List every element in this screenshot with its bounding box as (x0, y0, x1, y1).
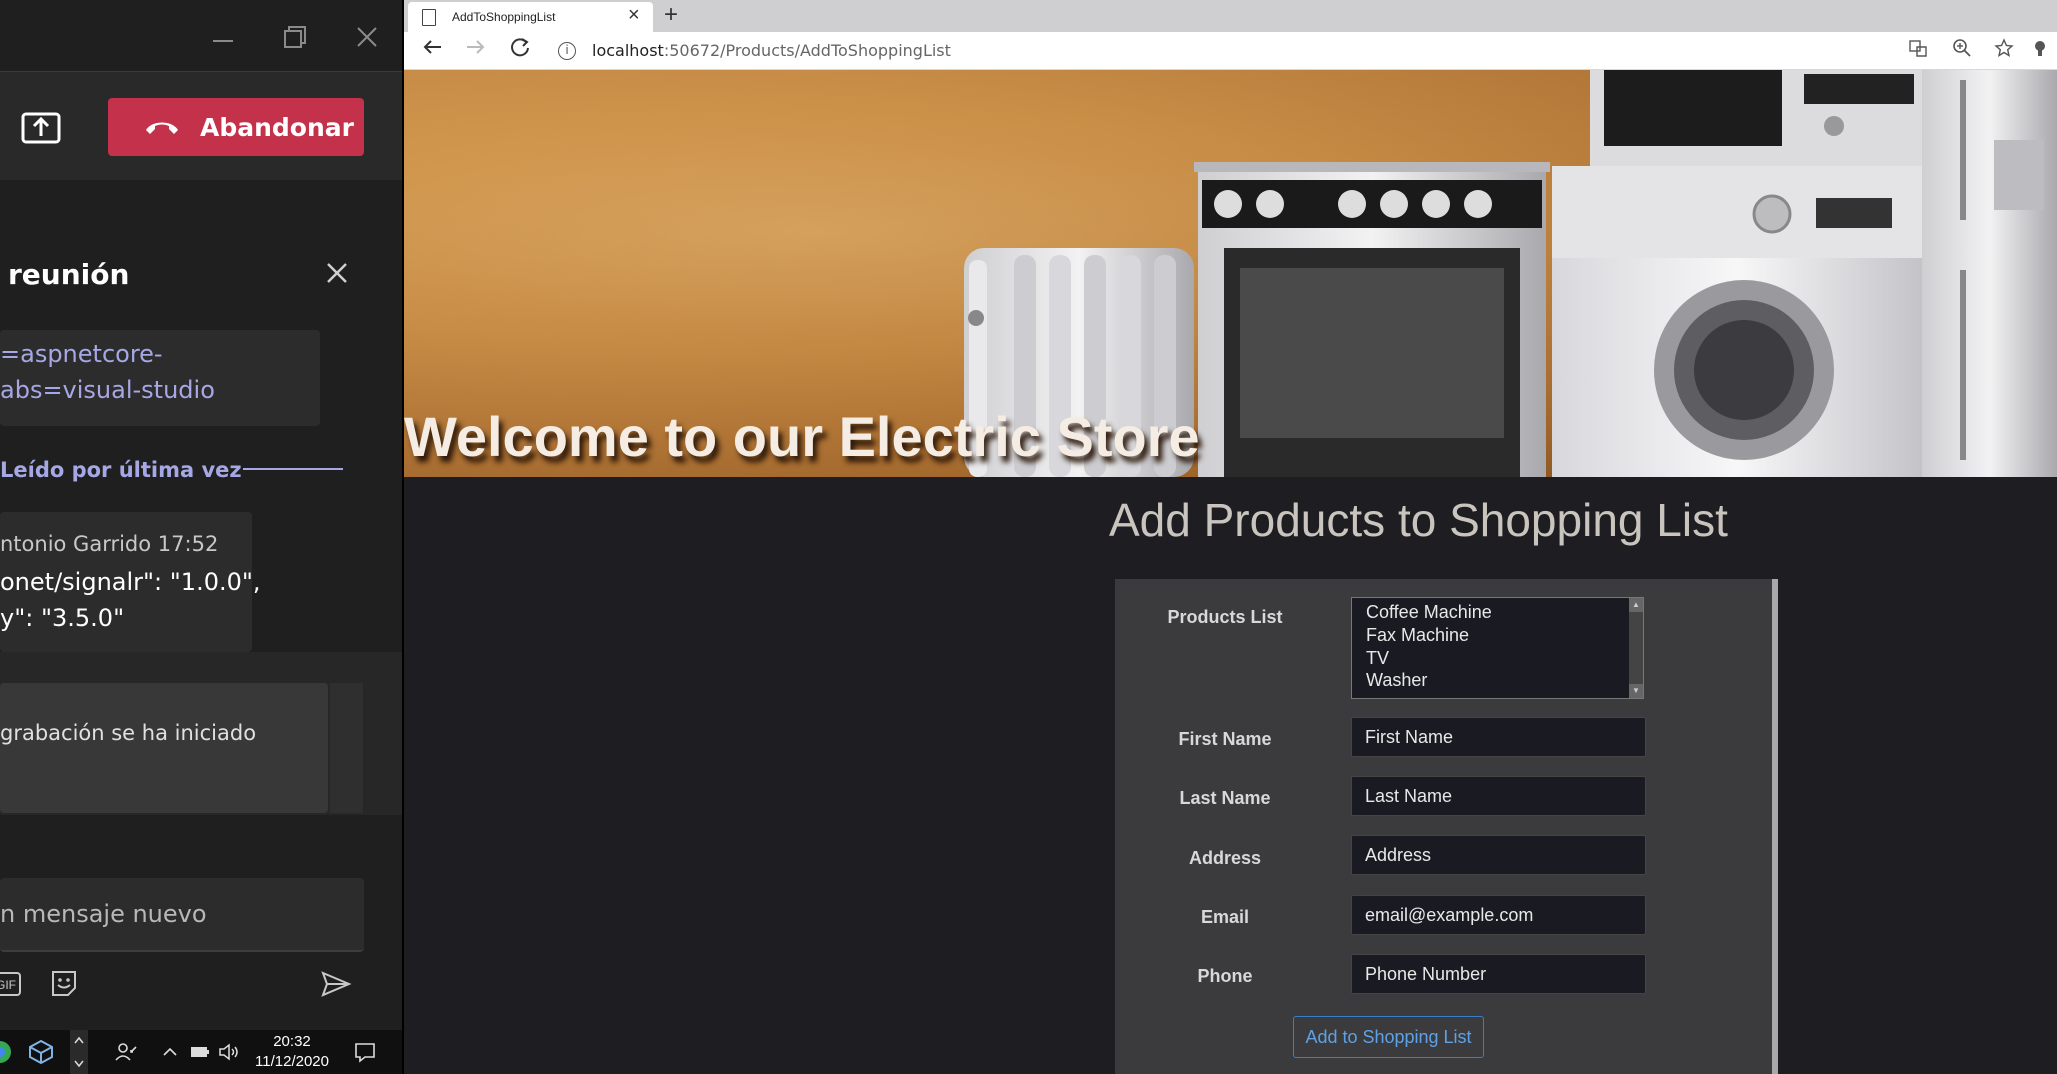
battery-icon[interactable] (188, 1036, 212, 1068)
store-banner: Welcome to our Electric Store (404, 70, 2057, 477)
products-list-label: Products List (1167, 607, 1283, 627)
system-message: grabación se ha iniciado (0, 683, 328, 813)
chat-message: ntonio Garrido 17:52 onet/signalr": "1.0… (0, 512, 261, 652)
maximize-icon[interactable] (278, 20, 312, 54)
new-tab-icon[interactable]: + (654, 0, 688, 32)
scroll-down-icon[interactable]: ▼ (1629, 684, 1643, 698)
message-composer[interactable]: n mensaje nuevo (0, 878, 364, 952)
leave-call-label: Abandonar (200, 112, 354, 142)
bookmark-star-icon[interactable] (1990, 38, 2018, 64)
product-option[interactable]: Washer (1366, 670, 1427, 691)
minimize-icon[interactable] (206, 20, 240, 54)
tab-strip: AddToShoppingList × + (404, 0, 2057, 32)
virtualbox-icon[interactable] (26, 1036, 56, 1068)
product-option[interactable]: Fax Machine (1366, 625, 1469, 646)
message-line: onet/signalr": "1.0.0", (0, 568, 261, 596)
browser-tab-active[interactable]: AddToShoppingList × (408, 2, 653, 32)
close-chat-icon[interactable] (320, 256, 354, 290)
products-listbox[interactable]: Coffee Machine Fax Machine TV Washer ▲ ▼ (1351, 597, 1644, 699)
last-read-label: Leído por última vez (0, 458, 242, 482)
leave-call-button[interactable]: Abandonar (108, 98, 364, 156)
system-message-text: grabación se ha iniciado (0, 721, 257, 745)
taskbar-scroll[interactable] (70, 1030, 88, 1074)
system-message-side (330, 683, 363, 813)
action-center-icon[interactable] (350, 1036, 380, 1068)
chat-title: reunión (8, 258, 130, 291)
back-icon[interactable] (416, 36, 448, 66)
page-content: Add Products to Shopping List Products L… (404, 477, 2057, 1074)
message-line: y": "3.5.0" (0, 604, 125, 632)
last-name-input[interactable] (1351, 776, 1646, 816)
banner-title: Welcome to our Electric Store (404, 405, 1200, 468)
clock-time: 20:32 (273, 1033, 311, 1050)
address-label: Address (1188, 848, 1262, 868)
hang-up-icon (146, 122, 178, 134)
link-line[interactable]: abs=visual-studio (0, 376, 215, 404)
send-icon[interactable] (320, 968, 352, 1000)
first-name-label: First Name (1178, 729, 1272, 749)
translate-icon[interactable] (1904, 38, 1932, 64)
site-info-icon[interactable]: i (558, 42, 576, 60)
url-host: localhost (592, 41, 664, 60)
clock-date: 11/12/2020 (255, 1053, 329, 1070)
composer-placeholder: n mensaje nuevo (0, 900, 207, 928)
forward-icon[interactable] (460, 36, 492, 66)
system-clock[interactable]: 20:32 11/12/2020 (250, 1032, 334, 1072)
product-option[interactable]: Coffee Machine (1366, 602, 1492, 623)
svg-text:GIF: GIF (0, 978, 16, 992)
url-field[interactable]: localhost:50672/Products/AddToShoppingLi… (592, 41, 951, 60)
show-hidden-icons-icon[interactable] (160, 1036, 180, 1068)
link-line[interactable]: =aspnetcore- (0, 340, 163, 368)
address-bar: i localhost:50672/Products/AddToShopping… (404, 32, 2057, 70)
link-message: =aspnetcore- abs=visual-studio (0, 330, 320, 426)
product-option[interactable]: TV (1366, 648, 1389, 669)
url-path: :50672/Products/AddToShoppingList (663, 41, 951, 60)
phone-input[interactable] (1351, 954, 1646, 994)
add-to-shopping-list-button[interactable]: Add to Shopping List (1293, 1016, 1484, 1058)
email-label: Email (1200, 907, 1250, 927)
close-tab-icon[interactable]: × (628, 4, 640, 27)
tab-title: AddToShoppingList (452, 10, 556, 24)
zoom-icon[interactable] (1948, 38, 1976, 64)
chrome-app-icon[interactable] (0, 1036, 12, 1068)
page-title: Add Products to Shopping List (1109, 494, 1728, 546)
people-icon[interactable] (112, 1036, 140, 1068)
scroll-up-icon[interactable]: ▲ (1629, 598, 1643, 612)
gif-icon[interactable]: GIF (0, 968, 22, 1000)
page-icon (422, 9, 436, 26)
address-input[interactable] (1351, 835, 1646, 875)
listbox-scrollbar[interactable]: ▲ ▼ (1629, 598, 1643, 698)
close-window-icon[interactable] (350, 20, 384, 54)
browser-window: AddToShoppingList × + i localhost:50672/… (404, 0, 2057, 1074)
last-read-divider (243, 468, 343, 470)
refresh-icon[interactable] (504, 36, 536, 66)
first-name-input[interactable] (1351, 717, 1646, 757)
window-titlebar (0, 0, 402, 72)
email-input[interactable] (1351, 895, 1646, 935)
message-author-time: ntonio Garrido 17:52 (0, 532, 219, 556)
phone-label: Phone (1197, 966, 1253, 986)
teams-panel: Abandonar reunión =aspnetcore- abs=visua… (0, 0, 402, 1074)
sticker-icon[interactable] (48, 968, 80, 1000)
windows-taskbar: 20:32 11/12/2020 (0, 1030, 402, 1074)
extension-icon[interactable] (2026, 38, 2054, 64)
last-name-label: Last Name (1179, 788, 1271, 808)
shopping-list-form: Products List Coffee Machine Fax Machine… (1115, 579, 1778, 1074)
share-screen-icon[interactable] (20, 106, 64, 150)
volume-icon[interactable] (216, 1036, 242, 1068)
